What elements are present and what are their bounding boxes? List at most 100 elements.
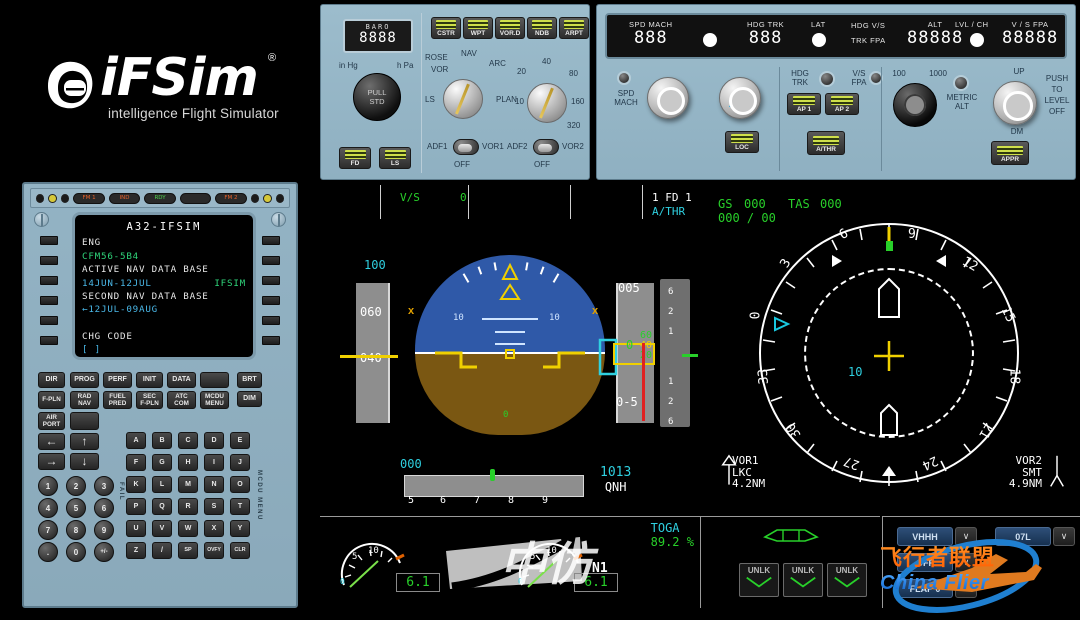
mcdu-key-data[interactable]: DATA	[167, 372, 196, 388]
mcdu-key-plusminus[interactable]: +/-	[94, 542, 114, 562]
vertical-speed-knob[interactable]	[993, 81, 1037, 125]
engine-chevron-down-icon[interactable]: ∨	[955, 553, 977, 572]
adf1-vor1-switch[interactable]	[453, 139, 479, 155]
mcdu-key-z[interactable]: Z	[126, 542, 146, 559]
lsk-r1[interactable]	[262, 236, 280, 245]
mcdu-key-prog[interactable]: PROG	[70, 372, 99, 388]
mcdu-key-fpln[interactable]: F-PLN	[38, 391, 65, 409]
airport-selector[interactable]: VHHH ∨	[897, 527, 977, 546]
mcdu-key-a[interactable]: A	[126, 432, 146, 449]
metric-alt-button[interactable]	[953, 75, 969, 91]
engine-selector[interactable]: OFF ∨	[897, 553, 977, 572]
lsk-r6[interactable]	[262, 336, 280, 345]
efis-button-arpt[interactable]: ARPT	[559, 17, 589, 39]
adf2-vor2-switch[interactable]	[533, 139, 559, 155]
mcdu-key-perf[interactable]: PERF	[103, 372, 132, 388]
mcdu-key-arrow-down[interactable]: ↓	[70, 453, 99, 470]
mcdu-key-dim[interactable]: DIM	[237, 391, 262, 407]
mcdu-key-mcdumenu[interactable]: MCDU MENU	[200, 391, 229, 409]
efis-button-vord[interactable]: VOR.D	[495, 17, 525, 39]
mcdu-key-l[interactable]: L	[152, 476, 172, 493]
lsk-r3[interactable]	[262, 276, 280, 285]
efis-button-wpt[interactable]: WPT	[463, 17, 493, 39]
runway-selector[interactable]: 07L ∨	[995, 527, 1075, 546]
lsk-r5[interactable]	[262, 316, 280, 325]
mcdu-key-sp[interactable]: SP	[178, 542, 198, 559]
airport-chevron-down-icon[interactable]: ∨	[955, 527, 977, 546]
lsk-l1[interactable]	[40, 236, 58, 245]
gear-indicator-right[interactable]: UNLK	[827, 563, 867, 597]
mcdu-key-p[interactable]: P	[126, 498, 146, 515]
mcdu-key-atccom[interactable]: ATC COM	[167, 391, 196, 409]
mcdu-key-1[interactable]: 1	[38, 476, 58, 496]
lsk-l5[interactable]	[40, 316, 58, 325]
mcdu-key-arrow-left[interactable]: ←	[38, 433, 65, 450]
fcu-button-loc[interactable]: LOC	[725, 131, 759, 153]
flap-chevron-down-icon[interactable]: ∨	[955, 579, 977, 598]
heading-knob[interactable]	[719, 77, 761, 119]
mcdu-key-j[interactable]: J	[230, 454, 250, 471]
efis-button-ls[interactable]: LS	[379, 147, 411, 169]
mcdu-key-c[interactable]: C	[178, 432, 198, 449]
mcdu-key-airport[interactable]: AIR PORT	[38, 412, 65, 430]
mcdu-key-7[interactable]: 7	[38, 520, 58, 540]
mcdu-key-8[interactable]: 8	[66, 520, 86, 540]
speed-knob[interactable]	[647, 77, 689, 119]
mcdu-key-slash[interactable]: /	[152, 542, 172, 559]
mcdu-key-n[interactable]: N	[204, 476, 224, 493]
mcdu-key-m[interactable]: M	[178, 476, 198, 493]
lsk-l4[interactable]	[40, 296, 58, 305]
mcdu-key-r[interactable]: R	[178, 498, 198, 515]
mcdu-key-brt[interactable]: BRT	[237, 372, 262, 388]
mcdu-key-d[interactable]: D	[204, 432, 224, 449]
mcdu-key-x[interactable]: X	[204, 520, 224, 537]
mcdu-key-3[interactable]: 3	[94, 476, 114, 496]
mcdu-key-h[interactable]: H	[178, 454, 198, 471]
mcdu-key-v[interactable]: V	[152, 520, 172, 537]
mcdu-key-arrow-up[interactable]: ↑	[70, 433, 99, 450]
mcdu-key-ovfy[interactable]: OVFY	[204, 542, 224, 559]
mcdu-key-spare[interactable]	[70, 412, 99, 430]
mcdu-key-e[interactable]: E	[230, 432, 250, 449]
mcdu-key-5[interactable]: 5	[66, 498, 86, 518]
hdg-trk-push-button[interactable]	[819, 71, 835, 87]
mcdu-key-y[interactable]: Y	[230, 520, 250, 537]
lsk-l3[interactable]	[40, 276, 58, 285]
lsk-r2[interactable]	[262, 256, 280, 265]
mcdu-key-s[interactable]: S	[204, 498, 224, 515]
mcdu-key-9[interactable]: 9	[94, 520, 114, 540]
lsk-r4[interactable]	[262, 296, 280, 305]
mcdu-display[interactable]: A32-IFSIM ENG CFM56-5B4 ACTIVE NAV DATA …	[72, 212, 256, 360]
mcdu-key-secfpln[interactable]: SEC F-PLN	[136, 391, 163, 409]
efis-button-ndb[interactable]: NDB	[527, 17, 557, 39]
mcdu-key-6[interactable]: 6	[94, 498, 114, 518]
mcdu-key-dot[interactable]: .	[38, 542, 58, 562]
lsk-l2[interactable]	[40, 256, 58, 265]
mcdu-key-4[interactable]: 4	[38, 498, 58, 518]
efis-button-fd[interactable]: FD	[339, 147, 371, 169]
flap-selector[interactable]: FLAP 0 ∨	[897, 579, 977, 598]
mcdu-key-q[interactable]: Q	[152, 498, 172, 515]
mcdu-key-dir[interactable]: DIR	[38, 372, 65, 388]
mcdu-key-f[interactable]: F	[126, 454, 146, 471]
mcdu-key-u[interactable]: U	[126, 520, 146, 537]
mcdu-key-o[interactable]: O	[230, 476, 250, 493]
mcdu-key-0[interactable]: 0	[66, 542, 86, 562]
runway-chevron-down-icon[interactable]: ∨	[1053, 527, 1075, 546]
fcu-button-appr[interactable]: APPR	[991, 141, 1029, 165]
gear-indicator-center[interactable]: UNLK	[783, 563, 823, 597]
mcdu-key-i[interactable]: I	[204, 454, 224, 471]
mcdu-key-arrow-right[interactable]: →	[38, 453, 65, 470]
fcu-button-ap1[interactable]: AP 1	[787, 93, 821, 115]
mcdu-key-k[interactable]: K	[126, 476, 146, 493]
efis-button-cstr[interactable]: CSTR	[431, 17, 461, 39]
spd-mach-push-button[interactable]	[617, 71, 631, 85]
nd-mode-selector-knob[interactable]	[443, 79, 483, 119]
lsk-l6[interactable]	[40, 336, 58, 345]
mcdu-key-b[interactable]: B	[152, 432, 172, 449]
mcdu-key-radnav[interactable]: RAD NAV	[70, 391, 99, 409]
fcu-button-athr[interactable]: A/THR	[807, 131, 845, 155]
mcdu-key-init[interactable]: INIT	[136, 372, 163, 388]
mcdu-key-fuelpred[interactable]: FUEL PRED	[103, 391, 132, 409]
mcdu-key-w[interactable]: W	[178, 520, 198, 537]
